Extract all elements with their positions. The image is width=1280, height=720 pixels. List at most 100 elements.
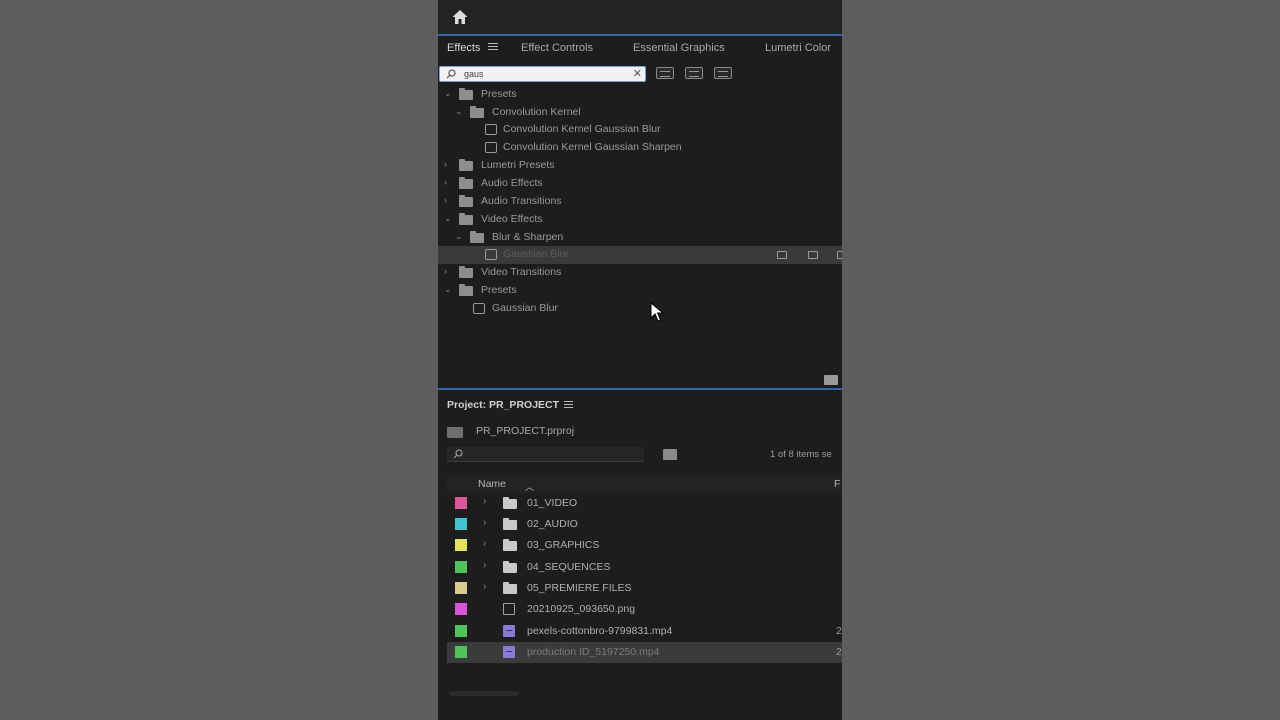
chevron-down-icon[interactable]: ⌄ (444, 89, 452, 98)
label-color-swatch[interactable] (455, 646, 467, 658)
label-color-swatch[interactable] (455, 561, 467, 573)
project-row[interactable]: › 01_VIDEO (447, 493, 842, 514)
tree-item-label: Blur & Sharpen (492, 231, 564, 243)
folder-icon (459, 195, 473, 207)
effects-search-box: ✕ (439, 66, 646, 82)
project-item-name: 04_SEQUENCES (527, 561, 611, 573)
tree-item-label: Convolution Kernel Gaussian Sharpen (503, 141, 682, 153)
tree-item-label: Gaussian Blur (492, 302, 558, 314)
32bit-effects-button[interactable] (685, 67, 703, 79)
chevron-down-icon[interactable]: ⌄ (444, 214, 452, 223)
chevron-right-icon[interactable]: › (483, 496, 486, 507)
bin-folder-icon (503, 582, 517, 594)
tree-item[interactable]: › Audio Transitions (438, 193, 842, 211)
chevron-right-icon[interactable]: › (444, 160, 452, 169)
tree-item[interactable]: ⌄ Convolution Kernel (438, 104, 842, 122)
column-frame-rate-header[interactable]: F (834, 478, 840, 490)
image-file-icon (503, 603, 515, 615)
project-row[interactable]: › 04_SEQUENCES (447, 557, 842, 578)
tab-effect-controls[interactable]: Effect Controls (521, 42, 593, 54)
sort-ascending-icon[interactable]: ︿ (525, 480, 534, 493)
tree-item[interactable]: ⌄ Video Effects (438, 211, 842, 229)
project-row[interactable]: › 02_AUDIO (447, 514, 842, 535)
tree-item-label: Presets (481, 88, 517, 100)
label-color-swatch[interactable] (455, 497, 467, 509)
project-search-box (447, 447, 644, 462)
project-item-name: 05_PREMIERE FILES (527, 582, 632, 594)
bin-folder-icon (503, 518, 517, 530)
video-clip-icon (503, 646, 515, 658)
project-item-name: production ID_5197250.mp4 (527, 646, 660, 658)
project-row[interactable]: pexels-cottonbro-9799831.mp4 2 (447, 621, 842, 642)
project-panel-title[interactable]: Project: PR_PROJECT (447, 399, 559, 411)
folder-icon (470, 231, 484, 243)
tree-item[interactable]: › Lumetri Presets (438, 157, 842, 175)
create-bin-from-search-icon[interactable] (663, 449, 677, 460)
bin-folder-icon (503, 497, 517, 509)
chevron-right-icon[interactable]: › (444, 196, 452, 205)
horizontal-scrollbar[interactable] (449, 691, 519, 696)
yuv-effects-button[interactable] (714, 67, 732, 79)
panel-tabs: Effects Effect Controls Essential Graphi… (438, 38, 842, 62)
chevron-down-icon[interactable]: ⌄ (444, 285, 452, 294)
label-color-swatch[interactable] (455, 518, 467, 530)
panel-menu-icon[interactable] (488, 43, 498, 53)
effect-icon (485, 249, 497, 260)
project-item-name: 03_GRAPHICS (527, 539, 600, 551)
project-row[interactable]: 20210925_093650.png (447, 599, 842, 620)
label-color-swatch[interactable] (455, 625, 467, 637)
chevron-right-icon[interactable]: › (483, 517, 486, 528)
tree-item[interactable]: › Audio Effects (438, 175, 842, 193)
tree-item[interactable]: ⌄ Blur & Sharpen (438, 229, 842, 247)
chevron-right-icon[interactable]: › (483, 538, 486, 549)
project-search-input[interactable] (469, 447, 639, 461)
folder-icon (459, 213, 473, 225)
label-color-swatch[interactable] (455, 603, 467, 615)
frame-rate-cell: 2 (836, 625, 842, 637)
column-name-header[interactable]: Name (478, 478, 506, 490)
folder-icon (459, 177, 473, 189)
frame-rate-cell: 2 (836, 646, 842, 658)
project-row[interactable]: › 05_PREMIERE FILES (447, 578, 842, 599)
accelerated-effects-button[interactable] (656, 67, 674, 79)
project-row-selected[interactable]: production ID_5197250.mp4 2 (447, 642, 842, 663)
tree-item-label: Audio Effects (481, 177, 543, 189)
tree-item-label: Gaussian Blur (503, 248, 569, 260)
chevron-down-icon[interactable]: ⌄ (455, 107, 463, 116)
preset-folder-icon (470, 106, 484, 118)
chevron-down-icon[interactable]: ⌄ (455, 232, 463, 241)
project-row[interactable]: › 03_GRAPHICS (447, 535, 842, 556)
tree-item[interactable]: ⌄ Presets (438, 86, 842, 104)
tree-item[interactable]: Convolution Kernel Gaussian Blur (438, 121, 842, 139)
tree-item-label: Presets (481, 284, 517, 296)
tree-item[interactable]: › Video Transitions (438, 264, 842, 282)
yuv-badge-icon (837, 251, 842, 259)
search-icon (446, 69, 456, 79)
tab-essential-graphics[interactable]: Essential Graphics (633, 42, 725, 54)
chevron-right-icon[interactable]: › (483, 581, 486, 592)
clear-search-icon[interactable]: ✕ (633, 67, 642, 80)
chevron-right-icon[interactable]: › (444, 267, 452, 276)
video-clip-icon (503, 625, 515, 637)
search-icon (453, 449, 463, 459)
tree-item[interactable]: ⌄ Presets (438, 282, 842, 300)
tree-item-selected[interactable]: Gaussian Blur (438, 246, 842, 264)
new-custom-bin-icon[interactable] (824, 375, 838, 385)
effects-search-input[interactable] (464, 67, 624, 81)
column-header-row: Name ︿ F (447, 475, 842, 493)
folder-icon (459, 266, 473, 278)
panel-menu-icon[interactable] (564, 401, 573, 410)
tree-item[interactable]: Convolution Kernel Gaussian Sharpen (438, 139, 842, 157)
items-selected-count: 1 of 8 items se (770, 449, 832, 460)
project-file-name: PR_PROJECT.prproj (476, 425, 575, 437)
home-icon[interactable] (451, 8, 469, 26)
label-color-swatch[interactable] (455, 582, 467, 594)
chevron-right-icon[interactable]: › (483, 560, 486, 571)
label-color-swatch[interactable] (455, 539, 467, 551)
tree-item[interactable]: Gaussian Blur (438, 300, 842, 318)
preset-folder-icon (459, 159, 473, 171)
chevron-right-icon[interactable]: › (444, 178, 452, 187)
project-item-name: 02_AUDIO (527, 518, 578, 530)
tab-effects[interactable]: Effects (447, 42, 480, 54)
tab-lumetri-color[interactable]: Lumetri Color (765, 42, 831, 54)
